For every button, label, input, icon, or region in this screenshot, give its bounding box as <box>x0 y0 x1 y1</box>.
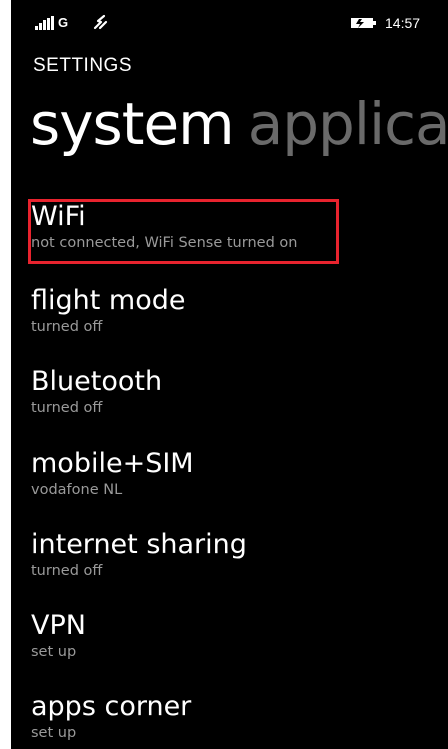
setting-subtitle: vodafone NL <box>31 482 123 498</box>
setting-title: WiFi <box>31 201 86 232</box>
battery-icon <box>351 18 376 28</box>
network-type-label: G <box>58 15 69 30</box>
setting-title: mobile+SIM <box>31 448 194 479</box>
setting-subtitle: set up <box>31 725 77 741</box>
setting-title: internet sharing <box>31 529 247 560</box>
status-bar: G 14:57 <box>11 0 448 46</box>
setting-subtitle: not connected, WiFi Sense turned on <box>31 235 298 251</box>
clock: 14:57 <box>385 15 421 31</box>
setting-title: apps corner <box>31 691 192 722</box>
setting-item-vpn[interactable]: VPN set up <box>31 610 351 676</box>
pivot-item-system[interactable]: system <box>30 90 235 158</box>
app-title: SETTINGS <box>33 55 133 76</box>
setting-item-mobile-sim[interactable]: mobile+SIM vodafone NL <box>31 448 351 514</box>
setting-item-wifi[interactable]: WiFi not connected, WiFi Sense turned on <box>31 201 351 267</box>
setting-item-bluetooth[interactable]: Bluetooth turned off <box>31 366 351 432</box>
setting-title: VPN <box>31 610 86 641</box>
signal-strength-icon <box>35 16 57 30</box>
setting-item-flight-mode[interactable]: flight mode turned off <box>31 285 351 351</box>
setting-title: Bluetooth <box>31 366 163 397</box>
pivot-header: system applica <box>30 86 448 162</box>
setting-subtitle: turned off <box>31 319 103 335</box>
phone-screen: G 14:57 SETTINGS system applica WiFi not … <box>11 0 448 749</box>
setting-subtitle: turned off <box>31 563 103 579</box>
setting-subtitle: set up <box>31 644 77 660</box>
setting-item-internet-sharing[interactable]: internet sharing turned off <box>31 529 351 595</box>
data-connection-icon <box>93 14 108 30</box>
setting-item-apps-corner[interactable]: apps corner set up <box>31 691 351 749</box>
setting-subtitle: turned off <box>31 400 103 416</box>
pivot-item-applications[interactable]: applica <box>248 90 448 158</box>
setting-title: flight mode <box>31 285 186 316</box>
